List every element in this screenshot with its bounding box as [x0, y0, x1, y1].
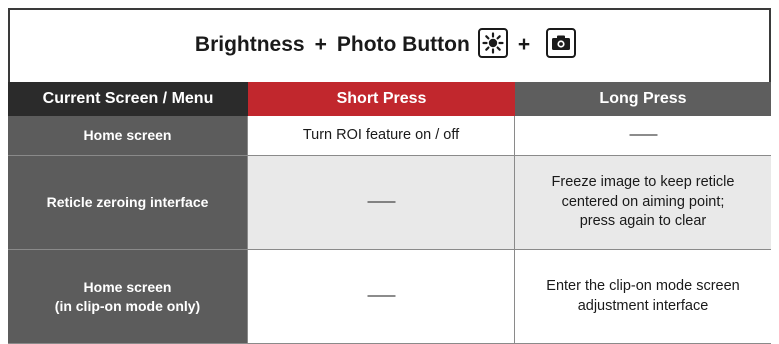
- header-row: Current Screen / Menu Short Press Long P…: [8, 82, 771, 116]
- long-press-cell: Freeze image to keep reticle centered on…: [515, 156, 771, 250]
- long-press-line: centered on aiming point;: [561, 193, 725, 210]
- table-row: Home screen (in clip-on mode only) —— En…: [8, 250, 771, 344]
- row-label: Reticle zeroing interface: [8, 156, 248, 250]
- brightness-sun-icon: [477, 28, 508, 58]
- table-row: Home screen Turn ROI feature on / off ——: [8, 116, 771, 156]
- title-brightness: Brightness: [194, 33, 305, 56]
- title-photo-button: Photo Button: [336, 33, 470, 56]
- header-long-press: Long Press: [515, 82, 771, 116]
- row-label: Home screen: [8, 116, 248, 156]
- header-short-press: Short Press: [248, 82, 515, 116]
- long-press-cell: ——: [515, 116, 771, 156]
- long-press-line: press again to clear: [579, 213, 707, 230]
- title-plus: +: [314, 33, 327, 56]
- camera-icon: [546, 28, 577, 58]
- short-press-cell: ——: [248, 250, 515, 344]
- row-label-line: Home screen: [83, 278, 172, 295]
- table-title: Brightness + Photo Button +: [8, 8, 771, 82]
- table-row: Reticle zeroing interface —— Freeze imag…: [8, 156, 771, 250]
- title-plus: +: [517, 33, 531, 56]
- short-press-cell: ——: [248, 156, 515, 250]
- long-press-cell: Enter the clip-on mode screen adjustment…: [515, 250, 771, 344]
- button-combo-table: Brightness + Photo Button + Current Scre…: [8, 8, 771, 344]
- long-press-line: adjustment interface: [577, 297, 709, 314]
- row-label: Home screen (in clip-on mode only): [8, 250, 248, 344]
- long-press-line: Enter the clip-on mode screen: [546, 277, 740, 294]
- long-press-line: Freeze image to keep reticle: [551, 174, 735, 191]
- row-label-line: (in clip-on mode only): [54, 297, 201, 314]
- header-current-screen: Current Screen / Menu: [8, 82, 248, 116]
- table-grid: Current Screen / Menu Short Press Long P…: [8, 82, 771, 344]
- short-press-cell: Turn ROI feature on / off: [248, 116, 515, 156]
